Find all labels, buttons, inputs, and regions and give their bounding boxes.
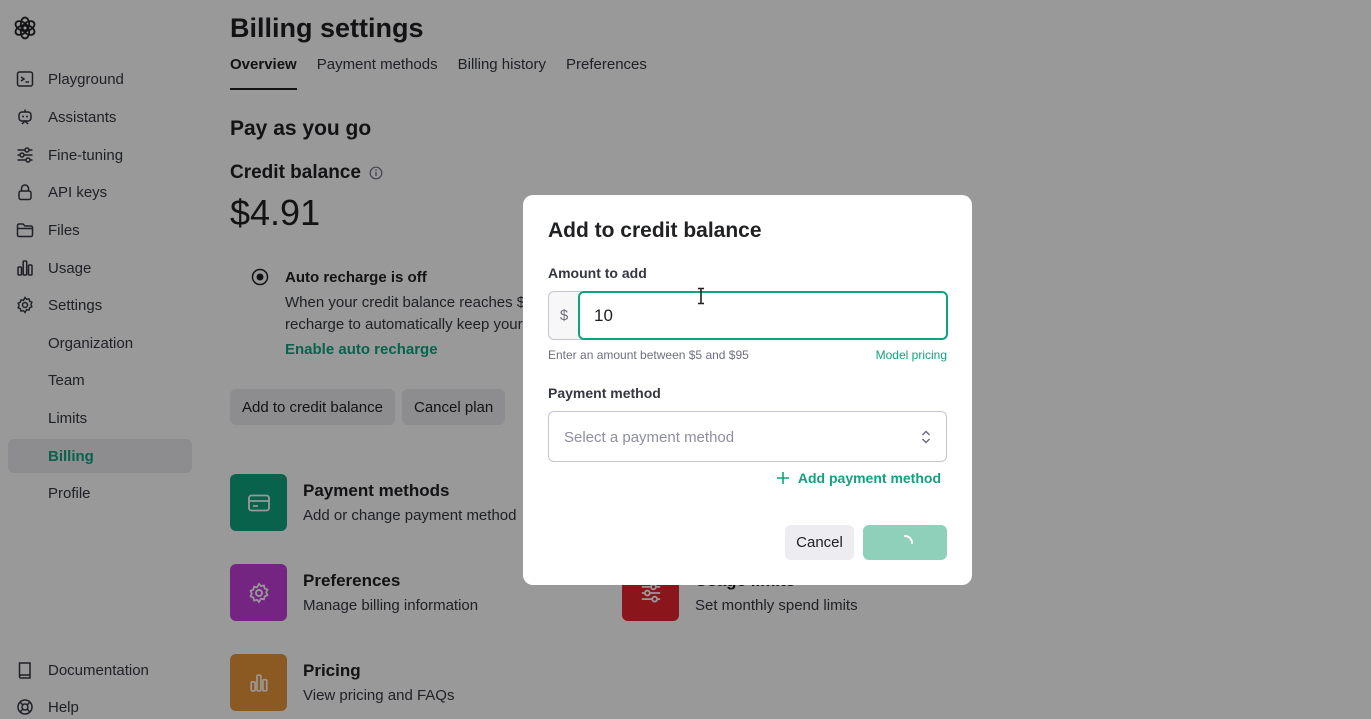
- amount-field: $: [548, 291, 948, 340]
- payment-method-placeholder: Select a payment method: [564, 429, 735, 446]
- add-payment-method-link[interactable]: Add payment method: [776, 470, 941, 486]
- plus-icon: [776, 472, 789, 484]
- amount-input[interactable]: [578, 291, 948, 340]
- currency-prefix: $: [559, 307, 569, 324]
- amount-hint: Enter an amount between $5 and $95: [548, 348, 749, 362]
- payment-method-select[interactable]: Select a payment method: [548, 411, 947, 462]
- text-cursor-icon: [698, 287, 704, 305]
- add-credit-modal: Add to credit balance Amount to add $ En…: [523, 195, 972, 585]
- model-pricing-link[interactable]: Model pricing: [876, 348, 947, 362]
- cancel-button[interactable]: Cancel: [785, 525, 854, 560]
- continue-button[interactable]: [863, 525, 947, 560]
- chevron-up-down-icon: [921, 430, 931, 444]
- modal-title: Add to credit balance: [548, 219, 762, 242]
- add-payment-method-label: Add payment method: [797, 470, 941, 486]
- payment-method-label: Payment method: [548, 385, 661, 401]
- spinner-icon: [904, 534, 913, 544]
- amount-label: Amount to add: [548, 265, 647, 281]
